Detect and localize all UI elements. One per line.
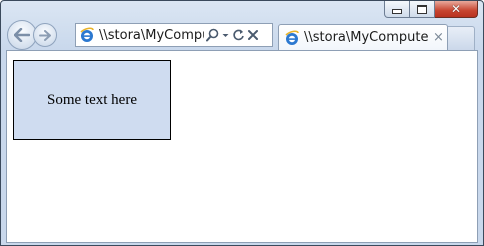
- minimize-button[interactable]: [384, 1, 410, 18]
- refresh-icon[interactable]: [232, 28, 245, 42]
- forward-arrow-icon: [39, 29, 51, 41]
- dropdown-chevron-icon[interactable]: [221, 28, 230, 42]
- search-icon[interactable]: [206, 28, 219, 42]
- ie-page-icon: [80, 27, 94, 42]
- browser-window: ✕ \\stora\MyComput \\stora\MyCompute × S…: [0, 0, 484, 246]
- maximize-button[interactable]: [410, 1, 435, 18]
- address-url[interactable]: \\stora\MyComput: [99, 28, 204, 43]
- close-window-button[interactable]: ✕: [435, 1, 478, 18]
- box-text: Some text here: [47, 91, 137, 108]
- new-tab-button[interactable]: [448, 26, 475, 50]
- minimize-icon: [392, 9, 402, 14]
- maximize-icon: [417, 4, 427, 14]
- text-box: Some text here: [13, 60, 171, 140]
- page-content: Some text here: [6, 50, 478, 243]
- back-arrow-icon: [14, 28, 30, 42]
- ie-tab-icon: [285, 29, 299, 45]
- address-tools: [206, 28, 259, 42]
- tab-active[interactable]: \\stora\MyComputers... ×: [278, 24, 448, 50]
- navigation-buttons: [7, 17, 57, 53]
- address-bar[interactable]: \\stora\MyComput: [75, 23, 273, 47]
- forward-button[interactable]: [33, 23, 57, 47]
- stop-icon[interactable]: [247, 28, 259, 42]
- close-icon: ✕: [450, 2, 462, 16]
- window-controls: ✕: [384, 1, 478, 19]
- tab-title: \\stora\MyComputers...: [304, 30, 428, 45]
- tab-close-icon[interactable]: ×: [433, 30, 444, 45]
